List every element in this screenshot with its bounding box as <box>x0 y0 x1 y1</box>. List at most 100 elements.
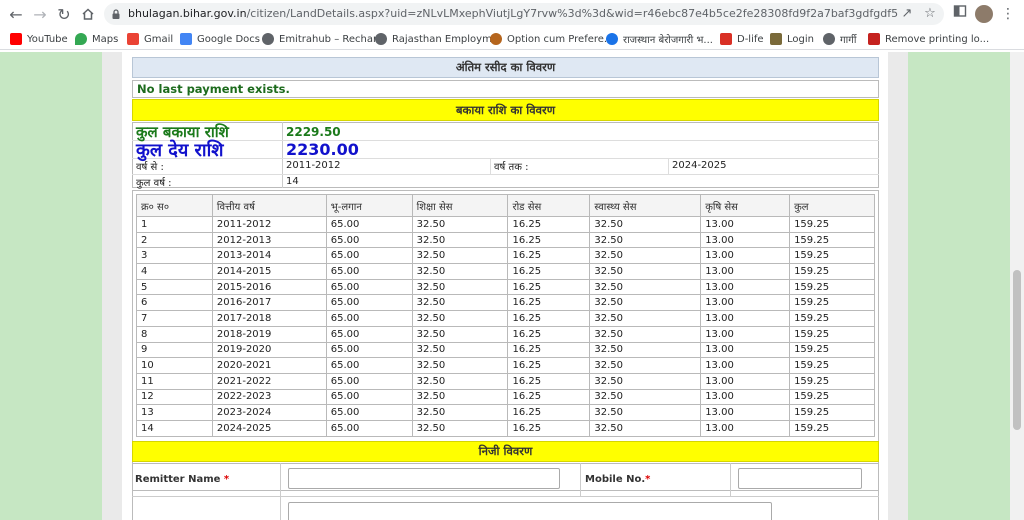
table-cell: 65.00 <box>325 341 413 359</box>
table-cell: 32.50 <box>589 278 702 296</box>
table-cell: 16.25 <box>507 247 591 265</box>
dues-summary-box <box>132 122 879 188</box>
bookmark-option[interactable]: Option cum Prefere... <box>490 31 613 47</box>
mobile-input[interactable] <box>738 468 862 489</box>
bookmark-dlife[interactable]: D-life <box>720 31 764 47</box>
menu-icon[interactable]: ⋮ <box>998 4 1018 24</box>
table-cell: 32.50 <box>411 419 509 437</box>
bookmark-login[interactable]: Login <box>770 31 814 47</box>
table-cell: 159.25 <box>789 247 875 265</box>
address-bar[interactable]: bhulagan.bihar.gov.in/citizen/LandDetail… <box>104 3 944 25</box>
bookmark-berojgari[interactable]: राजस्थान बेरोजगारी भ... <box>606 31 713 47</box>
table-cell: 2019-2020 <box>211 341 327 359</box>
table-cell: 159.25 <box>789 263 875 280</box>
table-cell: 13.00 <box>700 357 791 374</box>
bookmark-star-icon[interactable]: ☆ <box>922 6 938 22</box>
table-cell: 14 <box>136 419 213 437</box>
dlife-icon <box>720 33 732 45</box>
mobile-label: Mobile No.* <box>585 474 651 485</box>
bookmark-emitrahub[interactable]: Emitrahub – Rechar... <box>262 31 386 47</box>
table-cell: 32.50 <box>589 216 702 233</box>
table-cell: 32.50 <box>589 325 702 343</box>
table-cell: 9 <box>136 341 213 359</box>
table-row: 8 2018-2019 65.00 32.50 16.25 32.50 13.00 159.2… <box>136 325 875 343</box>
table-row: 13 2023-2024 65.00 32.50 16.25 32.50 13.00 159.… <box>136 404 875 421</box>
table-row: 1 2011-2012 65.00 32.50 16.25 32.50 13.00 159.2… <box>136 216 875 233</box>
table-cell: 2022-2023 <box>211 388 327 406</box>
scrollbar-thumb[interactable] <box>1013 270 1021 430</box>
table-cell: 2020-2021 <box>211 357 327 374</box>
table-cell: 10 <box>136 357 213 374</box>
table-cell: 65.00 <box>325 231 413 249</box>
table-cell: 2018-2019 <box>211 325 327 343</box>
bookmark-remove-printing[interactable]: Remove printing lo... <box>868 31 989 47</box>
bookmarks-bar: YouTube Maps Gmail Google Docs Emitrahub… <box>0 28 1024 50</box>
bookmark-gargi[interactable]: गार्गी <box>823 31 856 47</box>
table-cell: 32.50 <box>411 357 509 374</box>
table-cell: 13.00 <box>700 372 791 390</box>
reload-icon[interactable]: ↻ <box>54 4 74 24</box>
table-cell: 32.50 <box>411 372 509 390</box>
dues-heading: बकाया राशि का विवरण <box>132 99 879 121</box>
address-input[interactable] <box>288 502 772 520</box>
bookmark-rajasthan[interactable]: Rajasthan Employm... <box>375 31 501 47</box>
table-cell: 13.00 <box>700 278 791 296</box>
table-cell: 159.25 <box>789 404 875 421</box>
bookmark-maps[interactable]: Maps <box>75 31 118 47</box>
table-cell: 32.50 <box>589 372 702 390</box>
globe-icon <box>262 33 274 45</box>
table-cell: 13.00 <box>700 341 791 359</box>
table-cell: 16.25 <box>507 388 591 406</box>
table-cell: 65.00 <box>325 247 413 265</box>
from-year-label: वर्ष से : <box>136 162 164 173</box>
side-panel-icon[interactable] <box>950 4 970 24</box>
column-header: कुल <box>789 194 875 217</box>
globe-icon <box>375 33 387 45</box>
table-cell: 11 <box>136 372 213 390</box>
table-cell: 5 <box>136 278 213 296</box>
summary-divider-v2 <box>490 158 491 174</box>
location-icon <box>606 33 618 45</box>
table-cell: 13.00 <box>700 294 791 312</box>
table-cell: 32.50 <box>589 341 702 359</box>
table-row: 4 2014-2015 65.00 32.50 16.25 32.50 13.00 159.2… <box>136 263 875 280</box>
last-receipt-heading: अंतिम रसीद का विवरण <box>132 57 879 78</box>
back-icon[interactable]: ← <box>6 4 26 24</box>
share-icon[interactable]: ↗ <box>899 6 915 22</box>
table-cell: 16.25 <box>507 294 591 312</box>
table-cell: 65.00 <box>325 294 413 312</box>
bookmark-youtube[interactable]: YouTube <box>10 31 68 47</box>
table-cell: 16.25 <box>507 419 591 437</box>
total-years-label: कुल वर्ष : <box>136 178 172 189</box>
table-cell: 32.50 <box>411 278 509 296</box>
table-cell: 32.50 <box>589 404 702 421</box>
table-row: 11 2021-2022 65.00 32.50 16.25 32.50 13.00 159.… <box>136 372 875 390</box>
table-cell: 2021-2022 <box>211 372 327 390</box>
browser-chrome: ← → ↻ bhulagan.bihar.gov.in/citizen/Land… <box>0 0 1024 52</box>
bookmark-google-docs[interactable]: Google Docs <box>180 31 260 47</box>
youtube-icon <box>10 33 22 45</box>
emblem-icon <box>490 33 502 45</box>
globe-icon <box>823 33 835 45</box>
table-cell: 159.25 <box>789 310 875 327</box>
column-header: रोड सेस <box>507 194 591 217</box>
table-cell: 16.25 <box>507 231 591 249</box>
table-cell: 32.50 <box>589 310 702 327</box>
form-divider-h <box>132 496 879 497</box>
total-payable-value: 2230.00 <box>286 140 359 159</box>
url-text: bhulagan.bihar.gov.in/citizen/LandDetail… <box>128 7 898 20</box>
table-cell: 16.25 <box>507 278 591 296</box>
total-due-value: 2229.50 <box>286 125 341 139</box>
page-scrollbar[interactable] <box>1010 52 1024 520</box>
table-cell: 13.00 <box>700 388 791 406</box>
bookmark-gmail[interactable]: Gmail <box>127 31 173 47</box>
table-row: 9 2019-2020 65.00 32.50 16.25 32.50 13.00 159.2… <box>136 341 875 359</box>
table-cell: 32.50 <box>411 263 509 280</box>
remitter-name-input[interactable] <box>288 468 560 489</box>
forward-icon[interactable]: → <box>30 4 50 24</box>
table-cell: 32.50 <box>411 294 509 312</box>
to-year-value: 2024-2025 <box>672 160 727 171</box>
home-icon[interactable] <box>78 4 98 24</box>
table-cell: 16.25 <box>507 263 591 280</box>
profile-avatar[interactable] <box>975 5 993 23</box>
